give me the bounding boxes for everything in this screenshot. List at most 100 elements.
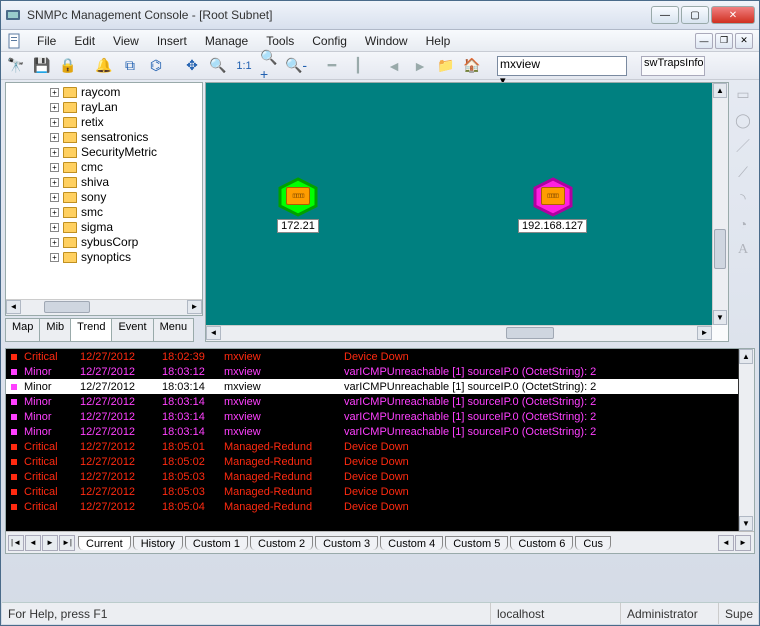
tab-custom7[interactable]: Cus — [575, 536, 611, 550]
expand-icon[interactable]: + — [50, 163, 59, 172]
move-button[interactable]: ✥ — [181, 55, 203, 77]
menu-insert[interactable]: Insert — [149, 32, 195, 50]
scroll-up-icon[interactable]: ▲ — [713, 83, 727, 98]
tab-history[interactable]: History — [133, 536, 183, 550]
mdi-minimize-button[interactable]: — — [695, 33, 713, 49]
event-row[interactable]: Minor12/27/201218:03:14mxviewvarICMPUnre… — [6, 409, 738, 424]
tab-mib[interactable]: Mib — [39, 318, 71, 342]
object-select[interactable]: mxview▾ — [497, 56, 627, 76]
expand-icon[interactable]: + — [50, 208, 59, 217]
tab-first-button[interactable]: |◄ — [8, 535, 24, 551]
link-v-button[interactable]: ┃ — [347, 55, 369, 77]
tab-next-button[interactable]: ► — [42, 535, 58, 551]
tab-custom6[interactable]: Custom 6 — [510, 536, 573, 550]
menu-file[interactable]: File — [29, 32, 64, 50]
event-row[interactable]: Minor12/27/201218:03:14mxviewvarICMPUnre… — [6, 424, 738, 439]
tool-rect-icon[interactable]: ▭ — [733, 84, 753, 104]
scroll-thumb[interactable] — [714, 229, 726, 269]
mdi-close-button[interactable]: ✕ — [735, 33, 753, 49]
mdi-restore-button[interactable]: ❐ — [715, 33, 733, 49]
tab-trend[interactable]: Trend — [70, 318, 112, 342]
group-button[interactable]: ⧉ — [119, 55, 141, 77]
tool-pie-icon[interactable]: ◔ — [733, 214, 753, 234]
tool-text-icon[interactable]: A — [733, 240, 753, 260]
map-h-scrollbar[interactable]: ◄ ► — [206, 325, 712, 341]
menu-help[interactable]: Help — [418, 32, 459, 50]
map-node-a[interactable]: 172.21 — [276, 177, 320, 233]
tab-prev-button[interactable]: ◄ — [25, 535, 41, 551]
up-button[interactable]: 📁 — [435, 55, 457, 77]
tab-custom5[interactable]: Custom 5 — [445, 536, 508, 550]
tab-current[interactable]: Current — [78, 536, 131, 550]
expand-icon[interactable]: + — [50, 88, 59, 97]
expand-icon[interactable]: + — [50, 238, 59, 247]
event-row[interactable]: Critical12/27/201218:02:39mxviewDevice D… — [6, 349, 738, 364]
network-button[interactable]: ⌬ — [145, 55, 167, 77]
events-v-scrollbar[interactable]: ▲ ▼ — [738, 349, 754, 531]
expand-icon[interactable]: + — [50, 103, 59, 112]
zoom-in-button[interactable]: 🔍+ — [259, 55, 281, 77]
expand-icon[interactable]: + — [50, 133, 59, 142]
expand-icon[interactable]: + — [50, 223, 59, 232]
forward-button[interactable]: ► — [409, 55, 431, 77]
event-row[interactable]: Critical12/27/201218:05:03Managed-Redund… — [6, 484, 738, 499]
expand-icon[interactable]: + — [50, 148, 59, 157]
expand-icon[interactable]: + — [50, 118, 59, 127]
tab-scroll-next[interactable]: ► — [735, 535, 751, 551]
tree-item[interactable]: +sony — [12, 190, 202, 205]
tab-event[interactable]: Event — [111, 318, 153, 342]
tool-arc-icon[interactable]: ◝ — [733, 188, 753, 208]
scroll-down-icon[interactable]: ▼ — [713, 310, 727, 325]
tree-item[interactable]: +shiva — [12, 175, 202, 190]
save-button[interactable]: 💾 — [31, 55, 53, 77]
expand-icon[interactable]: + — [50, 253, 59, 262]
scroll-up-icon[interactable]: ▲ — [739, 349, 753, 364]
tab-scroll-prev[interactable]: ◄ — [718, 535, 734, 551]
map-v-scrollbar[interactable]: ▲ ▼ — [712, 83, 728, 325]
tool-line-icon[interactable]: ／ — [733, 136, 753, 156]
lock-button[interactable]: 🔒 — [57, 55, 79, 77]
tab-custom3[interactable]: Custom 3 — [315, 536, 378, 550]
zoom-out-button[interactable]: 🔍- — [285, 55, 307, 77]
find-button[interactable]: 🔭 — [5, 55, 27, 77]
tree-item[interactable]: +sybusCorp — [12, 235, 202, 250]
link-h-button[interactable]: ━ — [321, 55, 343, 77]
tree-item[interactable]: +cmc — [12, 160, 202, 175]
scroll-right-icon[interactable]: ► — [187, 300, 202, 314]
tool-poly-icon[interactable]: ⟋ — [733, 162, 753, 182]
tree-item[interactable]: +sigma — [12, 220, 202, 235]
scroll-thumb[interactable] — [506, 327, 554, 339]
alarm-button[interactable]: 🔔 — [93, 55, 115, 77]
events-table[interactable]: Critical12/27/201218:02:39mxviewDevice D… — [6, 349, 738, 514]
tab-menu[interactable]: Menu — [153, 318, 195, 342]
menu-manage[interactable]: Manage — [197, 32, 256, 50]
menu-window[interactable]: Window — [357, 32, 416, 50]
menu-edit[interactable]: Edit — [66, 32, 103, 50]
expand-icon[interactable]: + — [50, 193, 59, 202]
event-row[interactable]: Critical12/27/201218:05:04Managed-Redund… — [6, 499, 738, 514]
event-row[interactable]: Minor12/27/201218:03:12mxviewvarICMPUnre… — [6, 364, 738, 379]
scroll-down-icon[interactable]: ▼ — [739, 516, 753, 531]
scroll-left-icon[interactable]: ◄ — [206, 326, 221, 340]
tab-custom4[interactable]: Custom 4 — [380, 536, 443, 550]
expand-icon[interactable]: + — [50, 178, 59, 187]
event-row[interactable]: Minor12/27/201218:03:14mxviewvarICMPUnre… — [6, 394, 738, 409]
scroll-right-icon[interactable]: ► — [697, 326, 712, 340]
zoom-11-button[interactable]: 1:1 — [233, 55, 255, 77]
tree-item[interactable]: +SecurityMetric — [12, 145, 202, 160]
tree-item[interactable]: +synoptics — [12, 250, 202, 265]
tree-view[interactable]: +raycom+rayLan+retix+sensatronics+Securi… — [5, 82, 203, 316]
zoom-button[interactable]: 🔍 — [207, 55, 229, 77]
back-button[interactable]: ◄ — [383, 55, 405, 77]
home-button[interactable]: 🏠 — [461, 55, 483, 77]
maximize-button[interactable]: ▢ — [681, 6, 709, 24]
menu-config[interactable]: Config — [304, 32, 355, 50]
tab-last-button[interactable]: ►| — [59, 535, 75, 551]
menu-view[interactable]: View — [105, 32, 147, 50]
tree-h-scrollbar[interactable]: ◄ ► — [6, 299, 202, 315]
event-row[interactable]: Critical12/27/201218:05:03Managed-Redund… — [6, 469, 738, 484]
scroll-thumb[interactable] — [44, 301, 90, 313]
map-node-b[interactable]: 192.168.127 — [518, 177, 587, 233]
tree-item[interactable]: +raycom — [12, 85, 202, 100]
tab-custom2[interactable]: Custom 2 — [250, 536, 313, 550]
